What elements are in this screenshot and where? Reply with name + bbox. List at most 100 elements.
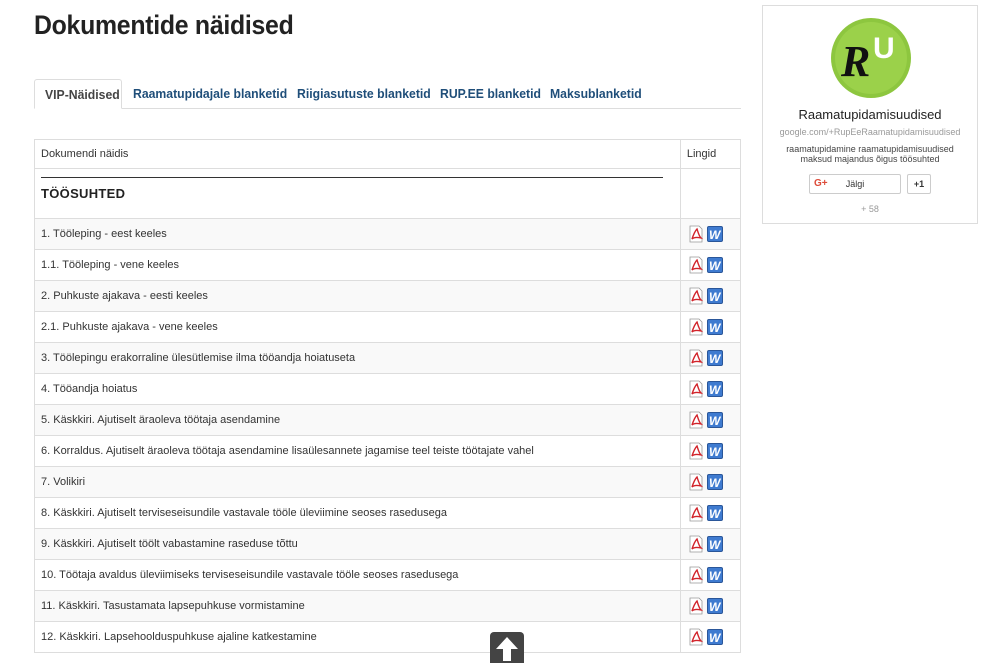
svg-text:W: W xyxy=(709,259,722,273)
tab-rup-ee-blanketid[interactable]: RUP.EE blanketid xyxy=(430,79,557,109)
table-header-row: Dokumendi näidis Lingid xyxy=(34,139,742,169)
word-icon[interactable]: W xyxy=(706,349,724,367)
document-links: W xyxy=(679,559,742,591)
google-plus-icon: G+ xyxy=(814,178,828,189)
document-name: 12. Käskkiri. Lapsehoolduspuhkuse ajalin… xyxy=(34,621,681,653)
pdf-icon[interactable] xyxy=(687,349,705,367)
word-icon[interactable]: W xyxy=(706,442,724,460)
widget-name[interactable]: Raamatupidamisuudised xyxy=(763,107,977,122)
document-links: W xyxy=(679,621,742,653)
svg-text:W: W xyxy=(709,569,722,583)
header-document: Dokumendi näidis xyxy=(34,139,681,169)
section-row: TÖÖSUHTED xyxy=(34,168,742,219)
document-name: 9. Käskkiri. Ajutiselt töölt vabastamine… xyxy=(34,528,681,560)
table-row: 12. Käskkiri. Lapsehoolduspuhkuse ajalin… xyxy=(34,621,742,653)
svg-text:W: W xyxy=(709,476,722,490)
pdf-icon[interactable] xyxy=(687,256,705,274)
table-row: 4. Tööandja hoiatus W xyxy=(34,373,742,405)
document-name: 4. Tööandja hoiatus xyxy=(34,373,681,405)
document-links: W xyxy=(679,435,742,467)
table-row: 2.1. Puhkuste ajakava - vene keeles W xyxy=(34,311,742,343)
pdf-icon[interactable] xyxy=(687,442,705,460)
word-icon[interactable]: W xyxy=(706,287,724,305)
document-name: 1.1. Tööleping - vene keeles xyxy=(34,249,681,281)
document-tabs: VIP-Näidised Raamatupidajale blanketid R… xyxy=(34,79,741,109)
word-icon[interactable]: W xyxy=(706,597,724,615)
word-icon[interactable]: W xyxy=(706,535,724,553)
widget-url[interactable]: google.com/+RupEeRaamatupidamisuudised xyxy=(763,127,977,137)
pdf-icon[interactable] xyxy=(687,566,705,584)
header-links: Lingid xyxy=(679,139,742,169)
document-links: W xyxy=(679,280,742,312)
svg-text:W: W xyxy=(709,631,722,645)
document-links: W xyxy=(679,466,742,498)
word-icon[interactable]: W xyxy=(706,566,724,584)
section-title: TÖÖSUHTED xyxy=(41,185,126,201)
svg-text:W: W xyxy=(709,600,722,614)
tab-vip-naidised[interactable]: VIP-Näidised xyxy=(34,79,122,109)
svg-text:W: W xyxy=(709,507,722,521)
table-row: 9. Käskkiri. Ajutiselt töölt vabastamine… xyxy=(34,528,742,560)
document-links: W xyxy=(679,497,742,529)
tab-maksublanketid[interactable]: Maksublanketid xyxy=(540,79,658,109)
documents-table: Dokumendi näidis Lingid TÖÖSUHTED 1. Töö… xyxy=(34,139,742,653)
table-row: 10. Töötaja avaldus üleviimiseks tervise… xyxy=(34,559,742,591)
tab-raamatupidajale-blanketid[interactable]: Raamatupidajale blanketid xyxy=(123,79,307,109)
document-name: 2. Puhkuste ajakava - eesti keeles xyxy=(34,280,681,312)
svg-text:W: W xyxy=(709,321,722,335)
document-links: W xyxy=(679,528,742,560)
table-row: 1.1. Tööleping - vene keeles W xyxy=(34,249,742,281)
document-name: 8. Käskkiri. Ajutiselt terviseseisundile… xyxy=(34,497,681,529)
document-links: W xyxy=(679,311,742,343)
ru-logo-icon: R U xyxy=(831,18,911,98)
document-links: W xyxy=(679,373,742,405)
svg-text:W: W xyxy=(709,445,722,459)
follower-count: + 58 xyxy=(861,204,879,214)
page-title: Dokumentide näidised xyxy=(34,10,294,40)
svg-text:U: U xyxy=(873,32,895,65)
pdf-icon[interactable] xyxy=(687,535,705,553)
document-name: 6. Korraldus. Ajutiselt äraoleva töötaja… xyxy=(34,435,681,467)
document-name: 3. Töölepingu erakorraline ülesütlemise … xyxy=(34,342,681,374)
pdf-icon[interactable] xyxy=(687,380,705,398)
document-name: 1. Tööleping - eest keeles xyxy=(34,218,681,250)
svg-text:W: W xyxy=(709,414,722,428)
word-icon[interactable]: W xyxy=(706,318,724,336)
table-row: 3. Töölepingu erakorraline ülesütlemise … xyxy=(34,342,742,374)
word-icon[interactable]: W xyxy=(706,411,724,429)
pdf-icon[interactable] xyxy=(687,287,705,305)
table-row: 5. Käskkiri. Ajutiselt äraoleva töötaja … xyxy=(34,404,742,436)
pdf-icon[interactable] xyxy=(687,411,705,429)
table-row: 7. Volikiri W xyxy=(34,466,742,498)
svg-text:W: W xyxy=(709,228,722,242)
google-plus-widget: R U Raamatupidamisuudised google.com/+Ru… xyxy=(762,5,978,224)
document-name: 10. Töötaja avaldus üleviimiseks tervise… xyxy=(34,559,681,591)
section-links-cell xyxy=(679,168,742,219)
svg-text:W: W xyxy=(709,538,722,552)
arrow-up-icon xyxy=(496,637,518,661)
svg-text:R: R xyxy=(840,37,870,86)
document-name: 7. Volikiri xyxy=(34,466,681,498)
follow-button[interactable]: G+ Jälgi xyxy=(809,174,901,194)
document-links: W xyxy=(679,249,742,281)
pdf-icon[interactable] xyxy=(687,504,705,522)
word-icon[interactable]: W xyxy=(706,380,724,398)
word-icon[interactable]: W xyxy=(706,504,724,522)
pdf-icon[interactable] xyxy=(687,318,705,336)
svg-text:W: W xyxy=(709,352,722,366)
word-icon[interactable]: W xyxy=(706,256,724,274)
scroll-to-top-button[interactable] xyxy=(490,632,524,663)
section-divider xyxy=(41,176,663,178)
tab-riigiasutuste-blanketid[interactable]: Riigiasutuste blanketid xyxy=(287,79,449,109)
plus-one-button[interactable]: +1 xyxy=(907,174,931,194)
word-icon[interactable]: W xyxy=(706,473,724,491)
pdf-icon[interactable] xyxy=(687,597,705,615)
pdf-icon[interactable] xyxy=(687,628,705,646)
word-icon[interactable]: W xyxy=(706,225,724,243)
pdf-icon[interactable] xyxy=(687,225,705,243)
word-icon[interactable]: W xyxy=(706,628,724,646)
pdf-icon[interactable] xyxy=(687,473,705,491)
table-row: 2. Puhkuste ajakava - eesti keeles W xyxy=(34,280,742,312)
document-links: W xyxy=(679,404,742,436)
document-name: 2.1. Puhkuste ajakava - vene keeles xyxy=(34,311,681,343)
